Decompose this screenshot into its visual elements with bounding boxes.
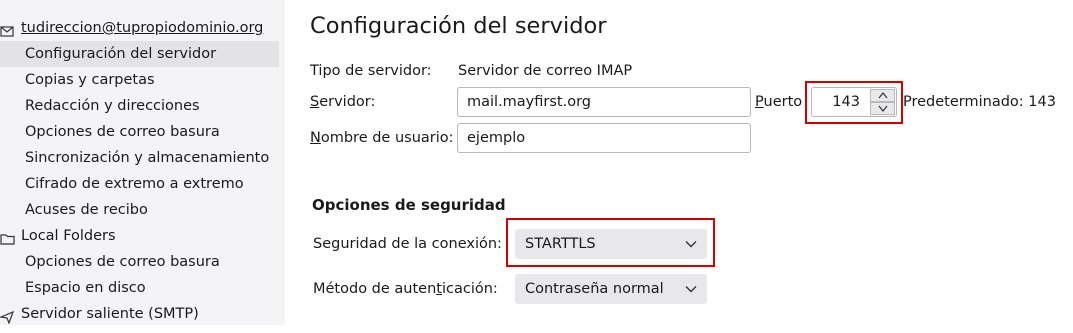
sidebar-item-label: Opciones de correo basura (25, 124, 220, 140)
sidebar-item-label: Redacción y direcciones (25, 98, 200, 114)
sidebar-item-label: Opciones de correo basura (25, 254, 220, 270)
chevron-down-icon (685, 286, 697, 293)
sidebar-item-label: Servidor saliente (SMTP) (21, 306, 199, 322)
account-settings-sidebar: tudireccion@tupropiodominio.org Configur… (0, 0, 285, 325)
connection-security-highlight-box (506, 218, 715, 267)
auth-method-select[interactable]: Contraseña normal (515, 274, 707, 304)
server-label-rest: ervidor: (319, 94, 376, 110)
sidebar-item-label: Configuración del servidor (25, 46, 217, 62)
sidebar-item-label: Sincronización y almacenamiento (25, 150, 270, 166)
sidebar-item-label: Copias y carpetas (25, 72, 155, 88)
sidebar-item-label: Acuses de recibo (25, 202, 148, 218)
auth-label-pre: Método de auten (313, 281, 437, 297)
sidebar-item-label: Espacio en disco (25, 280, 146, 296)
port-highlight-box (805, 81, 903, 124)
server-settings-panel: Configuración del servidor Tipo de servi… (285, 0, 1073, 325)
auth-method-label: Método de autenticación: (313, 281, 498, 297)
auth-label-post: icación: (441, 281, 498, 297)
server-type-label: Tipo de servidor: (310, 63, 432, 79)
mail-account-icon (0, 21, 14, 37)
sidebar-item-label: Cifrado de extremo a extremo (25, 176, 244, 192)
server-label: Servidor: (310, 94, 375, 110)
username-label-rest: ombre de usuario: (320, 130, 454, 146)
port-default-text: Predeterminado: 143 (903, 94, 1056, 110)
port-label: Puerto (755, 94, 802, 110)
folder-icon (0, 229, 15, 245)
server-label-accesskey: S (310, 94, 320, 110)
port-label-accesskey: P (755, 94, 764, 110)
server-hostname-input[interactable]: mail.mayfirst.org (457, 87, 751, 117)
username-label-accesskey: N (310, 130, 321, 146)
security-section-title: Opciones de seguridad (312, 196, 506, 214)
server-type-value: Servidor de correo IMAP (458, 63, 633, 79)
sidebar-item-server-settings[interactable]: Configuración del servidor (0, 41, 279, 67)
port-label-rest: uerto (763, 94, 803, 110)
page-title: Configuración del servidor (310, 13, 607, 39)
username-input[interactable]: ejemplo (457, 123, 751, 153)
connection-security-label: Seguridad de la conexión: (313, 236, 502, 252)
username-label: Nombre de usuario: (310, 130, 454, 146)
outgoing-server-icon (0, 307, 15, 325)
auth-method-value: Contraseña normal (525, 281, 664, 297)
sidebar-item-label: Local Folders (21, 228, 116, 244)
sidebar-item-label: tudireccion@tupropiodominio.org (21, 20, 264, 36)
